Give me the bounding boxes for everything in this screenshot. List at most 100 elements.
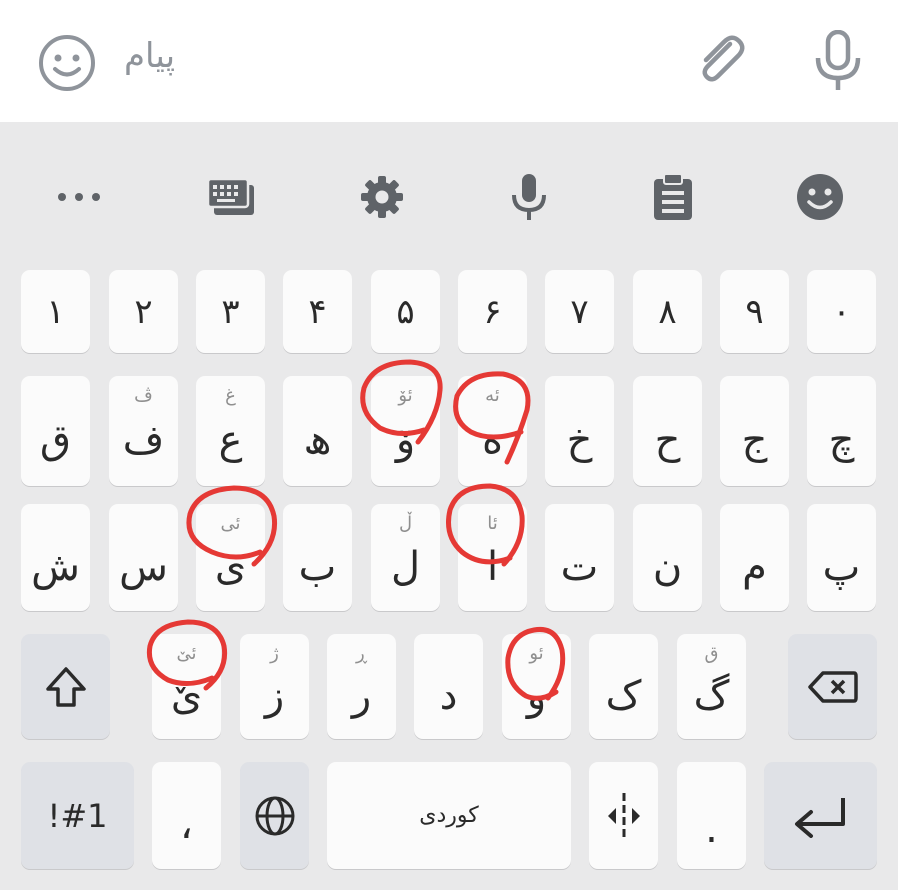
- key-re[interactable]: ڕر: [327, 634, 396, 739]
- key-nun[interactable]: ن: [633, 504, 702, 611]
- key-label: .: [705, 805, 718, 852]
- language-key[interactable]: [240, 762, 309, 869]
- key-label: ٧: [570, 291, 589, 332]
- key-label: ت: [560, 543, 599, 590]
- key-gaf[interactable]: قگ: [677, 634, 746, 739]
- key-label: چ: [828, 417, 855, 463]
- key-label: د: [439, 672, 458, 719]
- symbols-key[interactable]: !#1: [21, 762, 134, 869]
- keyboard-switch-icon[interactable]: [201, 172, 261, 222]
- key-label: ۶: [483, 291, 502, 332]
- key-label: ب: [298, 543, 337, 590]
- key-hint: ئێ: [176, 643, 197, 664]
- key-9[interactable]: ٩: [720, 270, 789, 353]
- key-he[interactable]: ھ: [283, 376, 352, 486]
- key-sin[interactable]: س: [109, 504, 178, 611]
- enter-key[interactable]: [764, 762, 877, 869]
- settings-icon[interactable]: [352, 172, 412, 222]
- key-ae[interactable]: ئە ە: [458, 376, 527, 486]
- key-label: س: [119, 543, 168, 590]
- key-hint: ڵ: [398, 513, 413, 534]
- key-5[interactable]: ۵: [371, 270, 440, 353]
- comma-key[interactable]: ،: [152, 762, 221, 869]
- key-label: ە: [482, 417, 503, 463]
- key-label: ل: [390, 543, 421, 590]
- key-waw[interactable]: ئو و: [502, 634, 571, 739]
- mic-icon[interactable]: [810, 29, 866, 96]
- key-label: ن: [652, 543, 683, 590]
- globe-icon: [255, 796, 294, 835]
- key-label: ی: [214, 543, 247, 590]
- backspace-key[interactable]: [788, 634, 877, 739]
- key-lam[interactable]: ڵل: [371, 504, 440, 611]
- key-hint: ئە: [485, 385, 500, 406]
- key-hint: ڤ: [134, 385, 153, 406]
- key-label: پ: [822, 543, 861, 590]
- key-label: ێ: [170, 672, 203, 719]
- key-label: ٠: [832, 291, 851, 332]
- key-label: ا: [486, 543, 499, 590]
- key-label: و: [526, 672, 547, 719]
- enter-icon: [794, 797, 845, 838]
- key-te[interactable]: ت: [545, 504, 614, 611]
- key-ee[interactable]: ئێ ێ: [152, 634, 221, 739]
- attach-icon[interactable]: [690, 30, 750, 94]
- key-label: م: [742, 543, 767, 590]
- key-label: !#1: [47, 796, 108, 835]
- key-oe[interactable]: ئۆ ۆ: [371, 376, 440, 486]
- key-shin[interactable]: ش: [21, 504, 90, 611]
- cursor-key[interactable]: [589, 762, 658, 869]
- message-input[interactable]: پیام: [124, 36, 175, 76]
- key-hah[interactable]: ح: [633, 376, 702, 486]
- compose-bar: پیام: [0, 0, 898, 122]
- key-7[interactable]: ٧: [545, 270, 614, 353]
- key-be[interactable]: ب: [283, 504, 352, 611]
- shift-key[interactable]: [21, 634, 110, 739]
- clipboard-icon[interactable]: [643, 172, 703, 222]
- key-qaf[interactable]: ق: [21, 376, 90, 486]
- key-pe[interactable]: پ: [807, 504, 876, 611]
- more-icon[interactable]: [49, 172, 109, 222]
- key-label: ر: [351, 672, 372, 719]
- space-label: کوردی: [419, 803, 479, 828]
- key-kaf[interactable]: ک: [589, 634, 658, 739]
- emoji-icon[interactable]: [36, 32, 98, 98]
- key-1[interactable]: ١: [21, 270, 90, 353]
- key-ye[interactable]: ئی ی: [196, 504, 265, 611]
- voice-input-icon[interactable]: [499, 172, 559, 222]
- key-hint: غ: [225, 385, 236, 406]
- space-key[interactable]: کوردی: [327, 762, 571, 869]
- key-khe[interactable]: خ: [545, 376, 614, 486]
- key-label: گ: [693, 672, 730, 719]
- period-key[interactable]: .: [677, 762, 746, 869]
- key-label: ک: [605, 672, 642, 719]
- key-label: ١: [46, 291, 65, 332]
- key-0[interactable]: ٠: [807, 270, 876, 353]
- key-jim[interactable]: ج: [720, 376, 789, 486]
- backspace-icon: [807, 670, 858, 703]
- key-3[interactable]: ٣: [196, 270, 265, 353]
- key-label: خ: [566, 417, 593, 463]
- key-label: ۴: [308, 291, 327, 332]
- key-label: ٨: [658, 291, 677, 332]
- emoji-panel-icon[interactable]: [790, 172, 850, 222]
- key-2[interactable]: ٢: [109, 270, 178, 353]
- key-label: ج: [741, 417, 768, 463]
- key-hint: ئی: [220, 513, 241, 534]
- key-4[interactable]: ۴: [283, 270, 352, 353]
- key-label: ز: [264, 672, 285, 719]
- key-6[interactable]: ۶: [458, 270, 527, 353]
- key-che[interactable]: چ: [807, 376, 876, 486]
- key-alef[interactable]: ئا ا: [458, 504, 527, 611]
- key-8[interactable]: ٨: [633, 270, 702, 353]
- key-ze[interactable]: ژز: [240, 634, 309, 739]
- key-label: ،: [180, 801, 193, 848]
- key-dal[interactable]: د: [414, 634, 483, 739]
- key-ain[interactable]: غع: [196, 376, 265, 486]
- key-mim[interactable]: م: [720, 504, 789, 611]
- key-hint: ڕ: [356, 643, 367, 664]
- key-label: ٢: [134, 291, 153, 332]
- key-label: ف: [122, 417, 165, 463]
- key-fa[interactable]: ڤف: [109, 376, 178, 486]
- keyboard: ١ ٢ ٣ ۴ ۵ ۶ ٧ ٨ ٩ ٠ ق ڤف غع ھ ئۆ ۆ ئە ە خ …: [0, 122, 898, 890]
